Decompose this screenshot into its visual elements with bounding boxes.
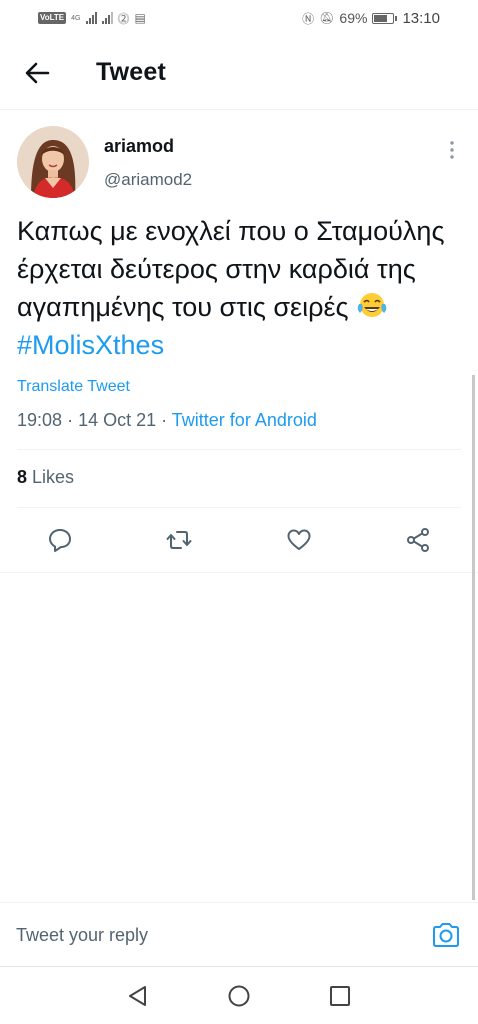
back-triangle-icon[interactable] <box>125 983 151 1009</box>
header: Tweet <box>0 36 478 110</box>
tweet-author: ariamod @ariamod2 <box>17 126 461 202</box>
volte-badge: VoLTE <box>38 12 67 24</box>
tweet-time: 19:08 <box>17 410 63 430</box>
recents-square-icon[interactable] <box>327 983 353 1009</box>
signal-2-icon <box>101 12 113 24</box>
share-button[interactable] <box>396 518 440 562</box>
reply-bar: Tweet your reply <box>0 902 478 964</box>
divider <box>17 449 461 450</box>
tweet-text: Καπως με ενοχλεί που ο Σταμούλης έρχεται… <box>17 212 465 364</box>
battery-percent: 69% <box>339 10 368 26</box>
likes-label: Likes <box>32 467 75 487</box>
data-saver-icon: ⓶ <box>117 11 130 26</box>
nfc-icon: Ⓝ <box>302 11 315 26</box>
retweet-button[interactable] <box>157 518 201 562</box>
tweet-date: 14 Oct 21 <box>78 410 157 430</box>
network-type: 4G <box>71 14 81 22</box>
more-vertical-icon[interactable] <box>449 140 455 160</box>
author-display-name[interactable]: ariamod <box>104 136 174 157</box>
tweet-source-link[interactable]: Twitter for Android <box>172 410 317 430</box>
arrow-left-icon[interactable] <box>22 58 52 88</box>
hashtag-link[interactable]: #MolisXthes <box>17 330 164 360</box>
page-title: Tweet <box>96 58 166 86</box>
mute-icon: 🔕︎ <box>319 11 335 25</box>
face-with-tears-of-joy-icon <box>357 293 387 317</box>
battery-icon <box>372 12 398 24</box>
status-left: VoLTE 4G ⓶ ▤ <box>38 10 146 27</box>
tweet-meta: 19:08 · 14 Oct 21 · Twitter for Android <box>17 410 317 430</box>
divider <box>17 507 461 508</box>
status-bar: VoLTE 4G ⓶ ▤ Ⓝ 🔕︎ 69% 13:10 <box>0 0 478 36</box>
divider <box>0 572 478 573</box>
camera-icon[interactable] <box>430 919 462 951</box>
tweet-actions <box>0 518 478 568</box>
author-handle[interactable]: @ariamod2 <box>104 170 192 190</box>
like-button[interactable] <box>277 518 321 562</box>
status-right: Ⓝ 🔕︎ 69% 13:10 <box>302 10 440 27</box>
home-circle-icon[interactable] <box>226 983 252 1009</box>
avatar-image <box>17 126 89 198</box>
like-icon <box>287 529 311 550</box>
avatar[interactable] <box>17 126 89 198</box>
likes-count[interactable]: 8 Likes <box>17 467 74 488</box>
translate-tweet-link[interactable]: Translate Tweet <box>17 378 130 396</box>
reply-button[interactable] <box>38 518 82 562</box>
clock: 13:10 <box>402 9 440 27</box>
notification-icon: ▤ <box>134 11 146 25</box>
share-icon <box>407 528 429 552</box>
retweet-icon <box>166 531 192 549</box>
reply-input[interactable]: Tweet your reply <box>16 925 148 946</box>
likes-number: 8 <box>17 467 28 487</box>
system-nav-bar <box>0 966 478 1024</box>
signal-icon <box>85 12 97 24</box>
reply-icon <box>49 529 71 552</box>
scrollbar[interactable] <box>472 375 475 900</box>
